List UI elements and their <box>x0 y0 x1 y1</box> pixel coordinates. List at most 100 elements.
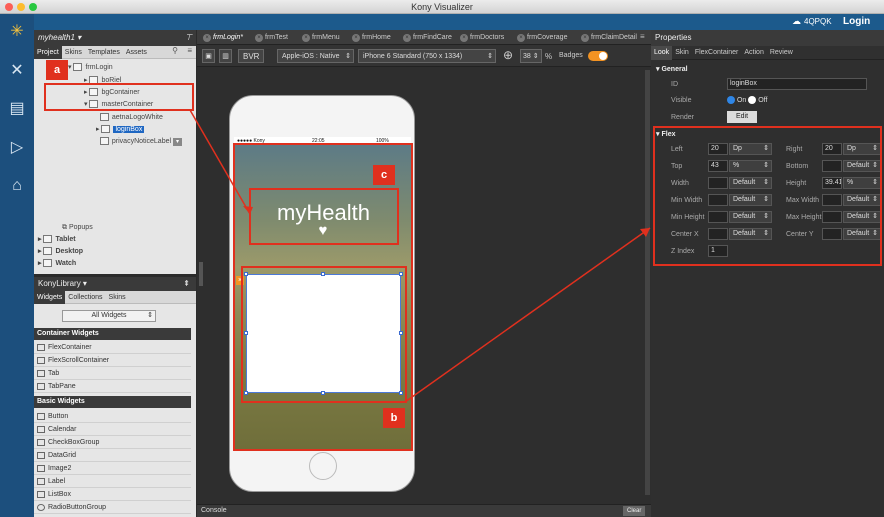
widget-flexcontainer[interactable]: FlexContainer <box>34 341 191 354</box>
tools-icon[interactable]: ✕ <box>6 60 28 82</box>
menu-icon[interactable]: ≡ <box>187 46 192 55</box>
tab-frmlogin[interactable]: × frmLogin* <box>203 31 243 45</box>
flexcontainer-icon <box>37 344 45 351</box>
tab-frmmenu[interactable]: × frmMenu <box>302 31 340 45</box>
tree-item-desktop[interactable]: ▸ Desktop <box>38 246 83 257</box>
canvas-splitter-handle[interactable] <box>199 262 203 286</box>
container-icon <box>101 125 111 134</box>
zoom-window-button[interactable] <box>29 3 37 11</box>
tree-item-loginbox[interactable]: ▸ loginBox <box>96 124 145 135</box>
device-select[interactable]: iPhone 6 Standard (750 x 1334) ⇕ <box>358 49 496 63</box>
collapse-icon[interactable]: ⇞ <box>183 277 190 291</box>
tab-frmcoverage[interactable]: × frmCoverage <box>517 31 567 45</box>
zoom-icon[interactable]: ⊕ <box>503 48 513 62</box>
close-window-button[interactable] <box>5 3 13 11</box>
window-title: Kony Visualizer <box>411 2 473 12</box>
section-basic-widgets: Basic Widgets <box>34 396 191 408</box>
close-tab-icon[interactable]: × <box>517 34 525 42</box>
tab-review[interactable]: Review <box>767 46 796 60</box>
widget-tab[interactable]: Tab <box>34 367 191 380</box>
kony-visualizer-window: Kony Visualizer ☁ 4QPQK Login ✳ ✕ ▤ ▷ ⌂ … <box>0 0 884 517</box>
close-tab-icon[interactable]: × <box>352 34 360 42</box>
tab-frmhome[interactable]: × frmHome <box>352 31 391 45</box>
tab-flexcontainer[interactable]: FlexContainer <box>692 46 742 60</box>
tabpane-icon <box>37 383 45 390</box>
library-title[interactable]: KonyLibrary ▾ ⇞ <box>34 277 196 291</box>
marketplace-bag-icon[interactable]: ⌂ <box>6 175 28 197</box>
tab-overflow-icon[interactable]: ≡ <box>640 32 645 41</box>
widget-tabpane[interactable]: TabPane <box>34 380 191 393</box>
properties-title: Properties <box>651 30 884 46</box>
tab-frmfindcare[interactable]: × frmFindCare <box>403 31 452 45</box>
canvas-scrollbar[interactable] <box>645 70 650 495</box>
close-tab-icon[interactable]: × <box>460 34 468 42</box>
visible-radio-group[interactable]: On Off <box>727 96 767 104</box>
annotation-tag-a: a <box>46 60 68 80</box>
layout-icon[interactable]: ▥ <box>219 49 232 63</box>
close-tab-icon[interactable]: × <box>255 34 263 42</box>
button-icon <box>37 413 45 420</box>
tab-project[interactable]: Project <box>34 46 62 59</box>
search-icon[interactable]: ⚲ <box>172 46 178 55</box>
tab-skins[interactable]: Skins <box>62 46 85 59</box>
preview-icon[interactable]: ▷ <box>6 137 28 159</box>
close-tab-icon[interactable]: × <box>203 34 211 42</box>
project-subtabs: Project Skins Templates Assets ⚲ ≡ <box>34 46 196 59</box>
project-name[interactable]: myhealth1 ▾ ⊤ <box>34 30 196 46</box>
widget-filter-select[interactable]: All Widgets ⇕ <box>62 310 156 322</box>
close-tab-icon[interactable]: × <box>403 34 411 42</box>
id-field[interactable]: loginBox <box>727 78 867 90</box>
tab-frmtest[interactable]: × frmTest <box>255 31 288 45</box>
zoom-stepper[interactable]: 38 ⇕ <box>520 49 542 63</box>
general-section-header[interactable]: ▾ General <box>656 65 688 73</box>
radio-off-icon[interactable] <box>748 96 757 104</box>
tab-skin[interactable]: Skin <box>672 46 692 60</box>
save-icon[interactable]: ▣ <box>202 49 215 63</box>
tree-item-privacynoticelabel[interactable]: privacyNoticeLabel ▾ <box>96 136 182 147</box>
widget-radiobuttongroup[interactable]: RadioButtonGroup <box>34 501 191 514</box>
watch-icon <box>43 259 53 268</box>
expand-icon[interactable]: ▾ <box>173 138 182 146</box>
tab-collections[interactable]: Collections <box>65 291 105 304</box>
tab-library-skins[interactable]: Skins <box>106 291 129 304</box>
tree-item-frmlogin[interactable]: ▾ frmLogin <box>68 62 113 73</box>
tab-frmdoctors[interactable]: × frmDoctors <box>460 31 504 45</box>
image-icon <box>99 113 109 122</box>
library-subtabs: Widgets Collections Skins <box>34 291 196 304</box>
desktop-icon <box>43 247 53 256</box>
clear-console-button[interactable]: Clear <box>623 506 646 516</box>
cloud-account-id[interactable]: 4QPQK <box>804 17 832 26</box>
badges-toggle[interactable] <box>588 51 608 61</box>
widget-listbox[interactable]: ListBox <box>34 488 191 501</box>
login-link[interactable]: Login <box>843 16 870 27</box>
widget-button[interactable]: Button <box>34 410 191 423</box>
tab-widgets[interactable]: Widgets <box>34 291 66 304</box>
tab-frmclaimdetail[interactable]: × frmClaimDetail <box>581 31 639 45</box>
tree-item-aetnalogowhite[interactable]: aetnaLogoWhite <box>96 112 163 123</box>
close-tab-icon[interactable]: × <box>302 34 310 42</box>
widget-datagrid[interactable]: DataGrid <box>34 449 191 462</box>
document-icon[interactable]: ▤ <box>6 98 28 120</box>
render-edit-button[interactable]: Edit <box>727 111 757 123</box>
minimize-window-button[interactable] <box>17 3 25 11</box>
annotation-box-b <box>241 266 407 403</box>
widget-label[interactable]: Label <box>34 475 191 488</box>
widget-image2[interactable]: Image2 <box>34 462 191 475</box>
widget-calendar[interactable]: Calendar <box>34 423 191 436</box>
radio-on-icon[interactable] <box>727 96 735 104</box>
tab-action[interactable]: Action <box>741 46 766 60</box>
close-tab-icon[interactable]: × <box>581 34 589 42</box>
tab-assets[interactable]: Assets <box>123 46 150 59</box>
platform-select[interactable]: Apple-iOS : Native ⇕ <box>277 49 354 63</box>
label-icon <box>99 137 109 146</box>
tab-look[interactable]: Look <box>651 46 673 60</box>
pin-icon[interactable]: ⊤ <box>185 30 192 46</box>
tab-templates[interactable]: Templates <box>85 46 123 59</box>
device-home-button <box>309 452 337 480</box>
tree-item-tablet[interactable]: ▸ Tablet <box>38 234 76 245</box>
bvr-button[interactable]: BVR <box>238 49 265 63</box>
tree-item-popups[interactable]: ⧉ Popups <box>62 222 93 233</box>
tree-item-watch[interactable]: ▸ Watch <box>38 258 76 269</box>
widget-flexscrollcontainer[interactable]: FlexScrollContainer <box>34 354 191 367</box>
widget-checkboxgroup[interactable]: CheckBoxGroup <box>34 436 191 449</box>
